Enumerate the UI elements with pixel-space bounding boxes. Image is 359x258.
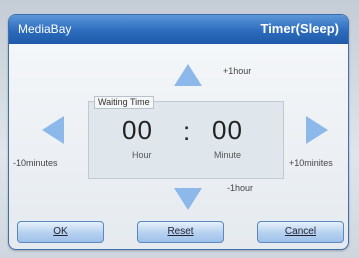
hour-unit-label: Hour bbox=[132, 150, 152, 160]
cancel-button[interactable]: Cancel bbox=[257, 221, 344, 243]
minute-unit-label: Minute bbox=[214, 150, 242, 160]
decrease-hour-arrow-icon[interactable] bbox=[174, 188, 202, 210]
waiting-time-label: Waiting Time bbox=[94, 96, 154, 109]
increase-hour-arrow-icon[interactable] bbox=[174, 64, 202, 86]
decrease-minutes-arrow-icon[interactable] bbox=[42, 116, 64, 144]
hour-value: 00 bbox=[122, 115, 153, 145]
ok-button[interactable]: OK bbox=[17, 221, 104, 243]
decrease-hour-hint: -1hour bbox=[227, 183, 254, 193]
decrease-minutes-hint: -10minutes bbox=[13, 158, 58, 168]
minute-value: 00 bbox=[212, 115, 243, 145]
increase-minutes-hint: +10minites bbox=[289, 158, 333, 168]
timer-sleep-dialog: MediaBay Timer(Sleep) +1hour -10minutes … bbox=[8, 14, 349, 250]
title-bar: MediaBay Timer(Sleep) bbox=[9, 15, 348, 44]
app-name: MediaBay bbox=[18, 22, 72, 36]
dialog-title: Timer(Sleep) bbox=[260, 21, 339, 36]
background: MediaBay Timer(Sleep) +1hour -10minutes … bbox=[0, 0, 359, 258]
reset-button[interactable]: Reset bbox=[137, 221, 224, 243]
increase-hour-hint: +1hour bbox=[223, 66, 252, 76]
increase-minutes-arrow-icon[interactable] bbox=[306, 116, 328, 144]
time-separator: : bbox=[183, 116, 192, 146]
